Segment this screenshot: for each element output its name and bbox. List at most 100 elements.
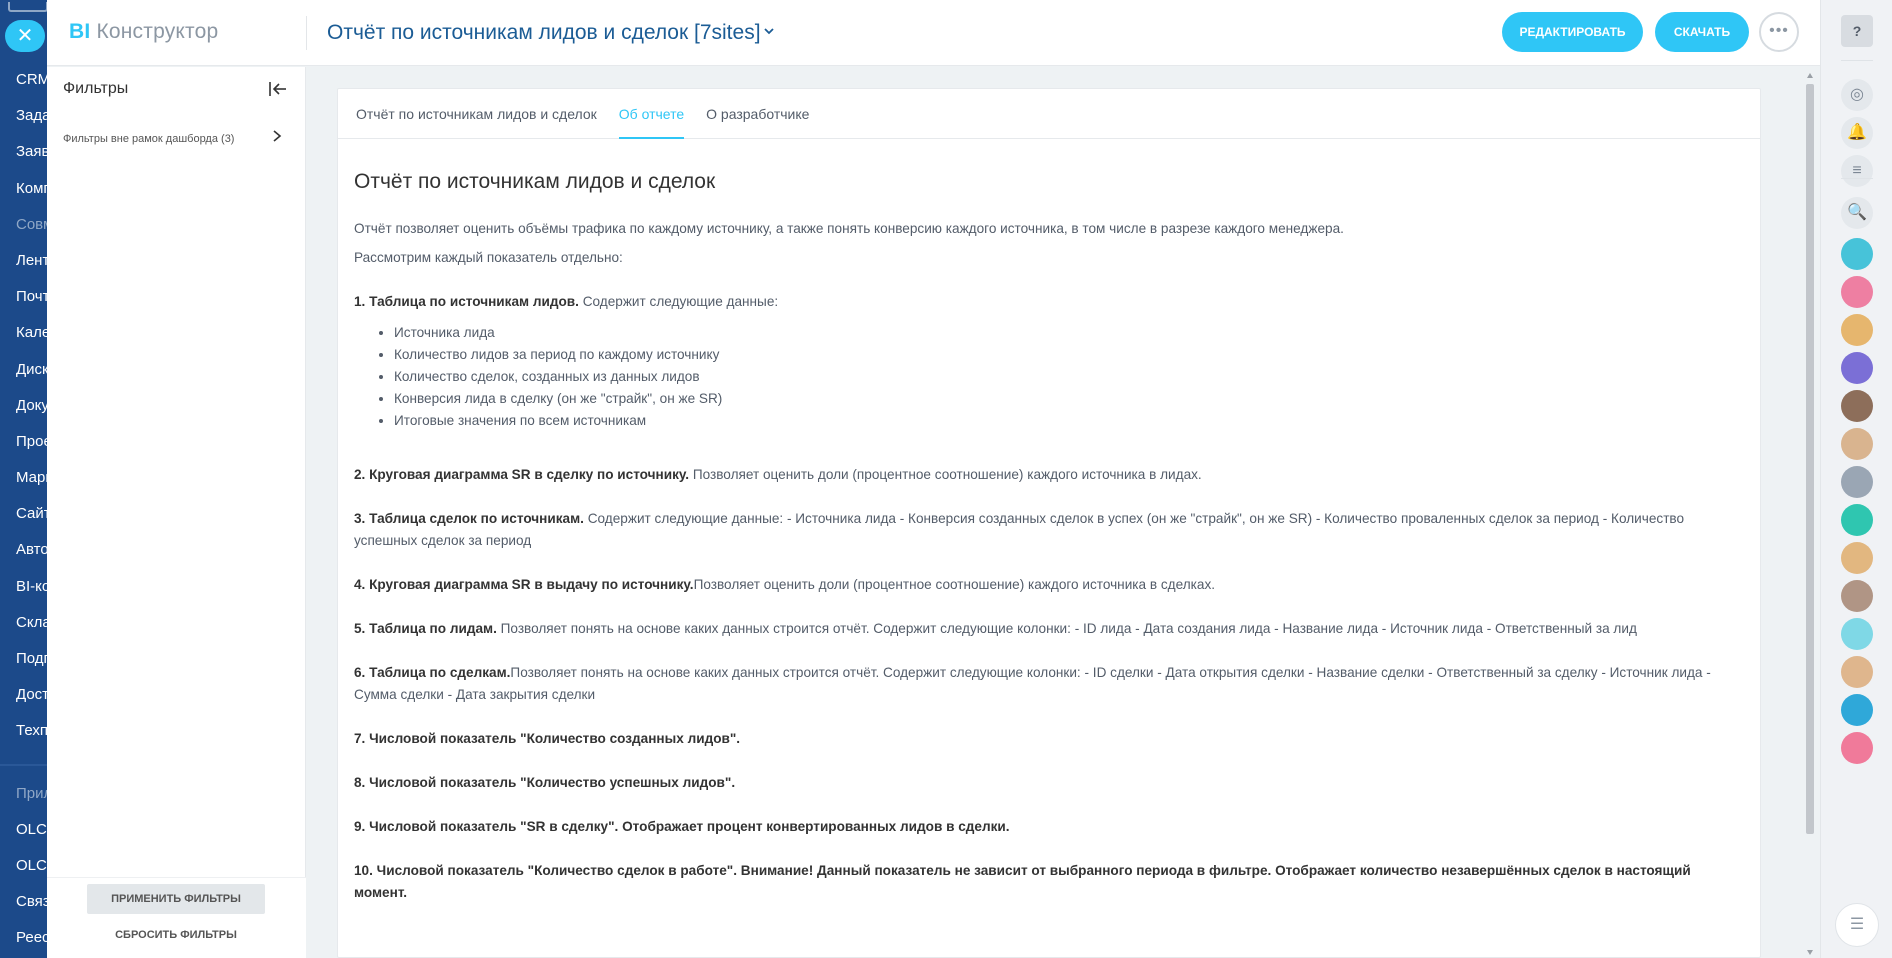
- section-2-text: Позволяет оценить доли (процентное соотн…: [689, 467, 1202, 482]
- background-menu-item: Документы: [16, 396, 48, 414]
- section-1-text: Содержит следующие данные:: [578, 294, 779, 309]
- page-title[interactable]: Отчёт по источникам лидов и сделок [7sit…: [327, 21, 761, 45]
- section-5-title: 5. Таблица по лидам.: [354, 621, 497, 636]
- section-6: 6. Таблица по сделкам.Позволяет понять н…: [354, 662, 1744, 706]
- section-8: 8. Числовой показатель "Количество успеш…: [354, 772, 1744, 794]
- avatar-telephony[interactable]: [1841, 276, 1873, 308]
- avatar-user-4[interactable]: [1841, 580, 1873, 612]
- section-4: 4. Круговая диаграмма SR в выдачу по ист…: [354, 574, 1744, 596]
- section-2-title: 2. Круговая диаграмма SR в сделку по ист…: [354, 467, 690, 482]
- reset-filters-button[interactable]: СБРОСИТЬ ФИЛЬТРЫ: [87, 922, 265, 948]
- background-menu-item: Связь: [16, 893, 48, 911]
- scroll-up-arrow[interactable]: [1807, 73, 1813, 78]
- avatar-group-1[interactable]: [1841, 352, 1873, 384]
- search-icon[interactable]: 🔍: [1841, 197, 1873, 229]
- background-menu-item: Подписки: [16, 650, 48, 667]
- background-menu-item: OLCRM: [16, 820, 48, 838]
- page-scrollbar[interactable]: [1804, 70, 1816, 958]
- right-sidebar: ? ◎ 🔔 ≡ 🔍 ☰: [1820, 0, 1892, 958]
- avatar-user-3[interactable]: [1841, 466, 1873, 498]
- background-menu-item: CRM: [16, 71, 48, 88]
- section-2: 2. Круговая диаграмма SR в сделку по ист…: [354, 464, 1744, 486]
- bi-builder-slider: BI Конструктор Отчёт по источникам лидов…: [47, 0, 1820, 958]
- article-intro: Отчёт позволяет оценить объёмы трафика п…: [354, 221, 1344, 236]
- section-1-title: 1. Таблица по источникам лидов.: [354, 294, 579, 309]
- edit-button[interactable]: РЕДАКТИРОВАТЬ: [1502, 12, 1643, 52]
- chat-menu-icon[interactable]: ☰: [1835, 903, 1879, 947]
- download-button[interactable]: СКАЧАТЬ: [1655, 12, 1749, 52]
- filters-panel: Фильтры Фильтры вне рамок дашборда (3) П…: [47, 67, 306, 958]
- background-menu-item: Проекты: [16, 432, 48, 450]
- section-1: 1. Таблица по источникам лидов. Содержит…: [354, 291, 1744, 432]
- section-7-title: 7. Числовой показатель "Количество созда…: [354, 731, 741, 746]
- section-4-title: 4. Круговая диаграмма SR в выдачу по ист…: [354, 577, 694, 592]
- notifications-icon[interactable]: 🔔: [1841, 117, 1873, 149]
- avatar-bot[interactable]: [1841, 504, 1873, 536]
- apply-filters-button[interactable]: ПРИМЕНИТЬ ФИЛЬТРЫ: [87, 884, 265, 914]
- avatar-partial[interactable]: [1841, 732, 1873, 764]
- bi-builder-logo: BI Конструктор: [69, 20, 218, 44]
- header-divider: [306, 16, 307, 50]
- chat-list-icon[interactable]: ≡: [1841, 155, 1873, 187]
- background-menu-item: Приложения: [16, 784, 48, 802]
- background-menu-item: Автоматизация: [16, 541, 48, 559]
- scroll-thumb[interactable]: [1806, 84, 1814, 834]
- close-slider-button[interactable]: ✕: [5, 20, 45, 52]
- background-menu-item: Заявки: [16, 143, 48, 161]
- right-bar-separator: [1841, 178, 1873, 179]
- background-menu-separator: [0, 763, 48, 766]
- tabs-bar: Отчёт по источникам лидов и сделок Об от…: [338, 89, 1760, 139]
- scroll-down-arrow[interactable]: [1807, 950, 1813, 955]
- avatar-group-2[interactable]: [1841, 428, 1873, 460]
- about-article: Отчёт по источникам лидов и сделок Отчёт…: [338, 139, 1760, 904]
- list-item: Количество лидов за период по каждому ис…: [394, 344, 1744, 366]
- background-menu-item: Почта: [16, 288, 48, 306]
- section-9-title: 9. Числовой показатель "SR в сделку". От…: [354, 819, 1010, 834]
- section-1-list: Источника лида Количество лидов за перио…: [394, 322, 1744, 432]
- section-3: 3. Таблица сделок по источникам. Содержи…: [354, 508, 1744, 552]
- background-menu-item: OLCRM: [16, 856, 48, 874]
- list-item: Источника лида: [394, 322, 1744, 344]
- open-channels-icon[interactable]: ◎: [1841, 79, 1873, 111]
- list-item: Количество сделок, созданных из данных л…: [394, 366, 1744, 388]
- tab-about-report[interactable]: Об отчете: [618, 89, 685, 139]
- background-menu-item: Доступ: [16, 686, 48, 704]
- chevron-right-icon[interactable]: [271, 129, 283, 143]
- section-6-title: 6. Таблица по сделкам.: [354, 665, 511, 680]
- background-menu-item: Маркетинг: [16, 469, 48, 487]
- section-5: 5. Таблица по лидам. Позволяет понять на…: [354, 618, 1744, 640]
- avatar-group-3[interactable]: [1841, 542, 1873, 574]
- logo-bi: BI: [69, 20, 91, 43]
- chevron-down-icon[interactable]: [762, 24, 776, 38]
- tab-about-developer[interactable]: О разработчике: [706, 89, 809, 139]
- section-9: 9. Числовой показатель "SR в сделку". От…: [354, 816, 1744, 838]
- list-item: Конверсия лида в сделку (он же "страйк",…: [394, 388, 1744, 410]
- report-content: Отчёт по источникам лидов и сделок Об от…: [337, 88, 1761, 958]
- filters-outside-dashboard-item[interactable]: Фильтры вне рамок дашборда (3): [63, 130, 253, 148]
- background-left-menu: CRM Задачи Заявки Компания Совместно Лента Поч…: [0, 0, 48, 958]
- section-10: 10. Числовой показатель "Количество сдел…: [354, 860, 1744, 904]
- collapse-panel-icon[interactable]: [267, 79, 289, 99]
- more-options-button[interactable]: •••: [1759, 12, 1799, 52]
- avatar-contact-center[interactable]: [1841, 238, 1873, 270]
- avatar-group-4[interactable]: [1841, 656, 1873, 688]
- right-bar-separator: [1841, 60, 1873, 61]
- background-menu-item: BI-конструктор: [16, 577, 48, 595]
- filters-title: Фильтры: [63, 80, 129, 97]
- tab-report[interactable]: Отчёт по источникам лидов и сделок: [356, 89, 597, 139]
- header: BI Конструктор Отчёт по источникам лидов…: [47, 0, 1820, 66]
- list-item: Итоговые значения по всем источникам: [394, 410, 1744, 432]
- section-8-title: 8. Числовой показатель "Количество успеш…: [354, 775, 736, 790]
- avatar-user-2[interactable]: [1841, 390, 1873, 422]
- background-menu-item: Лента: [16, 251, 48, 269]
- background-menu-item: Компания: [16, 179, 48, 197]
- help-icon[interactable]: ?: [1841, 15, 1873, 47]
- avatar-user-1[interactable]: [1841, 314, 1873, 346]
- background-menu-item: Реестр: [16, 929, 48, 947]
- avatar-video[interactable]: [1841, 694, 1873, 726]
- menu-top-icon: [8, 2, 48, 12]
- background-menu-item: Склад: [16, 613, 48, 631]
- section-10-title: 10. Числовой показатель "Количество сдел…: [354, 863, 1691, 900]
- background-menu-item: Совместно: [16, 215, 48, 233]
- avatar-chat[interactable]: [1841, 618, 1873, 650]
